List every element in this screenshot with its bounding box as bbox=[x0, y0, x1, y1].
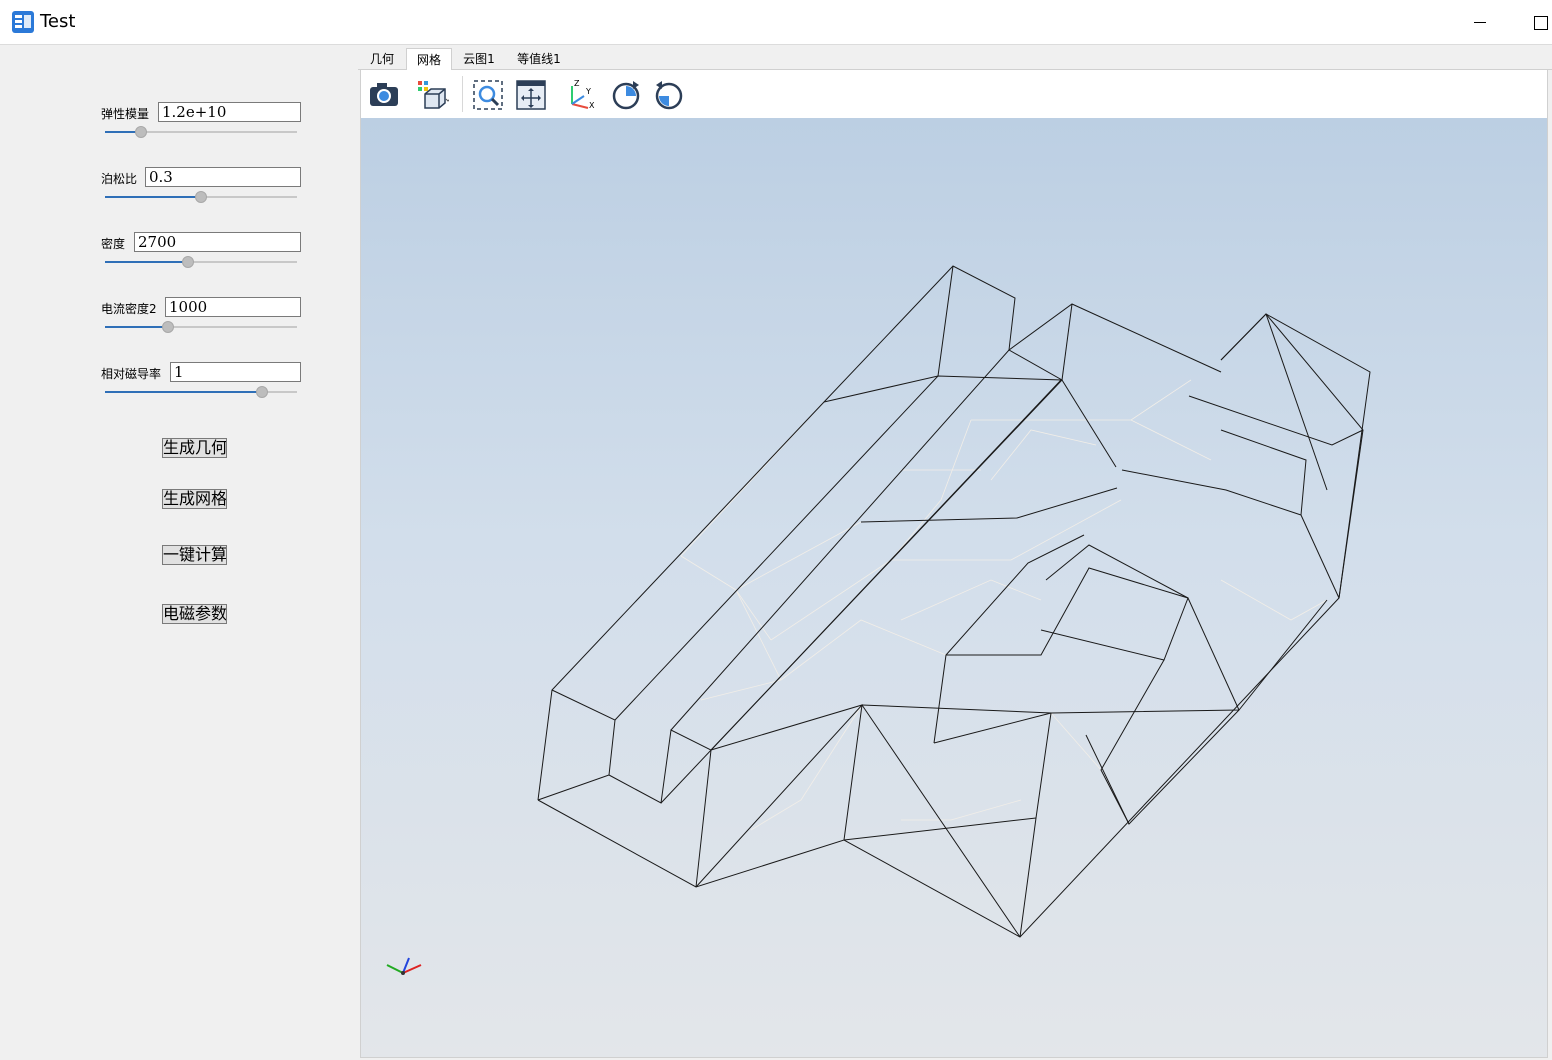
mesh-edge bbox=[1085, 709, 1240, 825]
relative-permeability-slider[interactable] bbox=[105, 385, 297, 399]
mesh-inner-edge bbox=[1050, 712, 1102, 771]
mesh-edge bbox=[1100, 659, 1165, 825]
param-label-elastic-modulus: 弹性模量 bbox=[101, 107, 150, 121]
relative-permeability-input[interactable]: 1 bbox=[170, 362, 301, 382]
svg-text:Z: Z bbox=[574, 79, 580, 88]
one-click-compute-button[interactable]: 一键计算 bbox=[162, 545, 227, 565]
poisson-ratio-input[interactable]: 0.3 bbox=[145, 167, 301, 187]
generate-geometry-button[interactable]: 生成几何 bbox=[162, 438, 227, 458]
slider-thumb[interactable] bbox=[195, 191, 207, 203]
mesh-edge bbox=[710, 704, 863, 841]
viewer-toolbar: ZYX bbox=[360, 70, 1548, 118]
mesh-outer-edges bbox=[537, 265, 1371, 938]
mesh-inner-edge bbox=[735, 589, 772, 641]
mesh-inner-edge bbox=[1010, 499, 1122, 561]
slider-thumb[interactable] bbox=[162, 321, 175, 333]
tab-geometry[interactable]: 几何 bbox=[362, 48, 402, 70]
mesh-edge bbox=[860, 487, 1118, 523]
mesh-edge bbox=[933, 712, 1052, 744]
rotate-ccw-icon[interactable] bbox=[652, 78, 686, 112]
density-slider[interactable] bbox=[105, 255, 297, 269]
density-input[interactable]: 2700 bbox=[134, 232, 301, 252]
zoom-fit-icon[interactable] bbox=[471, 78, 505, 112]
mesh-edge bbox=[843, 817, 1037, 841]
mesh-edge bbox=[1188, 395, 1364, 446]
mesh-edge bbox=[933, 534, 1085, 744]
slider-fill bbox=[105, 261, 188, 263]
title-bar: Test bbox=[0, 0, 1552, 45]
tab-bar: 几何 网格 云图1 等值线1 bbox=[358, 46, 1552, 70]
minimize-icon[interactable] bbox=[1468, 8, 1498, 36]
pan-icon[interactable] bbox=[514, 78, 548, 112]
mesh-edge bbox=[670, 349, 1063, 751]
mesh-inner-edges bbox=[680, 379, 1328, 831]
orientation-triad-icon bbox=[386, 957, 422, 975]
slider-thumb[interactable] bbox=[181, 256, 194, 268]
mesh-edge bbox=[537, 313, 1371, 938]
param-label-density: 密度 bbox=[101, 237, 126, 251]
toolbar-separator bbox=[462, 76, 463, 112]
mesh-edge bbox=[608, 729, 712, 888]
mesh-inner-edge bbox=[890, 419, 972, 561]
parameter-panel: 弹性模量 1.2e+10 泊松比 0.3 密度 2700 电流密度2 1000 … bbox=[0, 46, 358, 1060]
window-title: Test bbox=[40, 11, 76, 32]
mesh-inner-edge bbox=[735, 589, 782, 681]
mesh-edge bbox=[1121, 469, 1302, 516]
mesh-wireframe bbox=[537, 265, 1371, 938]
maximize-icon[interactable] bbox=[1530, 8, 1552, 36]
mesh-edge bbox=[1300, 514, 1340, 599]
mesh-edge bbox=[660, 379, 1062, 804]
view-cube-icon[interactable] bbox=[415, 78, 451, 112]
mesh-edge bbox=[1061, 303, 1073, 381]
current-density-input[interactable]: 1000 bbox=[165, 297, 301, 317]
generate-mesh-button[interactable]: 生成网格 bbox=[162, 489, 227, 509]
mesh-inner-edge bbox=[901, 799, 1022, 821]
slider-thumb[interactable] bbox=[135, 126, 148, 138]
axes-icon[interactable]: ZYX bbox=[564, 78, 598, 112]
mesh-edge bbox=[614, 265, 954, 721]
mesh-viewport[interactable] bbox=[360, 118, 1548, 1058]
em-params-button[interactable]: 电磁参数 bbox=[162, 604, 227, 624]
mesh-edge bbox=[537, 265, 1222, 801]
tab-mesh[interactable]: 网格 bbox=[406, 48, 452, 70]
mesh-inner-edge bbox=[900, 579, 1042, 621]
current-density-slider[interactable] bbox=[105, 320, 297, 334]
mesh-edge bbox=[1187, 597, 1240, 711]
svg-text:Y: Y bbox=[585, 87, 591, 96]
mesh-edge bbox=[1265, 313, 1328, 491]
param-label-current-density: 电流密度2 bbox=[101, 302, 157, 316]
param-label-relative-permeability: 相对磁导率 bbox=[101, 367, 162, 381]
camera-icon[interactable] bbox=[367, 78, 401, 112]
mesh-inner-edge bbox=[680, 521, 862, 591]
mesh-edge bbox=[823, 375, 1117, 468]
slider-fill bbox=[105, 326, 169, 328]
mesh-inner-edge bbox=[1220, 579, 1328, 621]
tab-contour-plot[interactable]: 云图1 bbox=[456, 48, 502, 70]
param-label-poisson-ratio: 泊松比 bbox=[101, 172, 138, 186]
elastic-modulus-input[interactable]: 1.2e+10 bbox=[158, 102, 301, 122]
slider-thumb[interactable] bbox=[256, 386, 269, 398]
elastic-modulus-slider[interactable] bbox=[105, 125, 297, 139]
svg-text:X: X bbox=[589, 101, 595, 110]
app-icon bbox=[12, 11, 34, 33]
mesh-inner-edge bbox=[770, 559, 1011, 641]
slider-fill bbox=[105, 196, 201, 198]
tab-isolines[interactable]: 等值线1 bbox=[510, 48, 568, 70]
mesh-inner-edge bbox=[1130, 379, 1192, 421]
slider-fill bbox=[105, 391, 263, 393]
mesh-edge bbox=[1045, 544, 1189, 599]
viewer-area: 几何 网格 云图1 等值线1 ZYX bbox=[358, 46, 1552, 1060]
poisson-ratio-slider[interactable] bbox=[105, 190, 297, 204]
rotate-cw-icon[interactable] bbox=[609, 78, 643, 112]
